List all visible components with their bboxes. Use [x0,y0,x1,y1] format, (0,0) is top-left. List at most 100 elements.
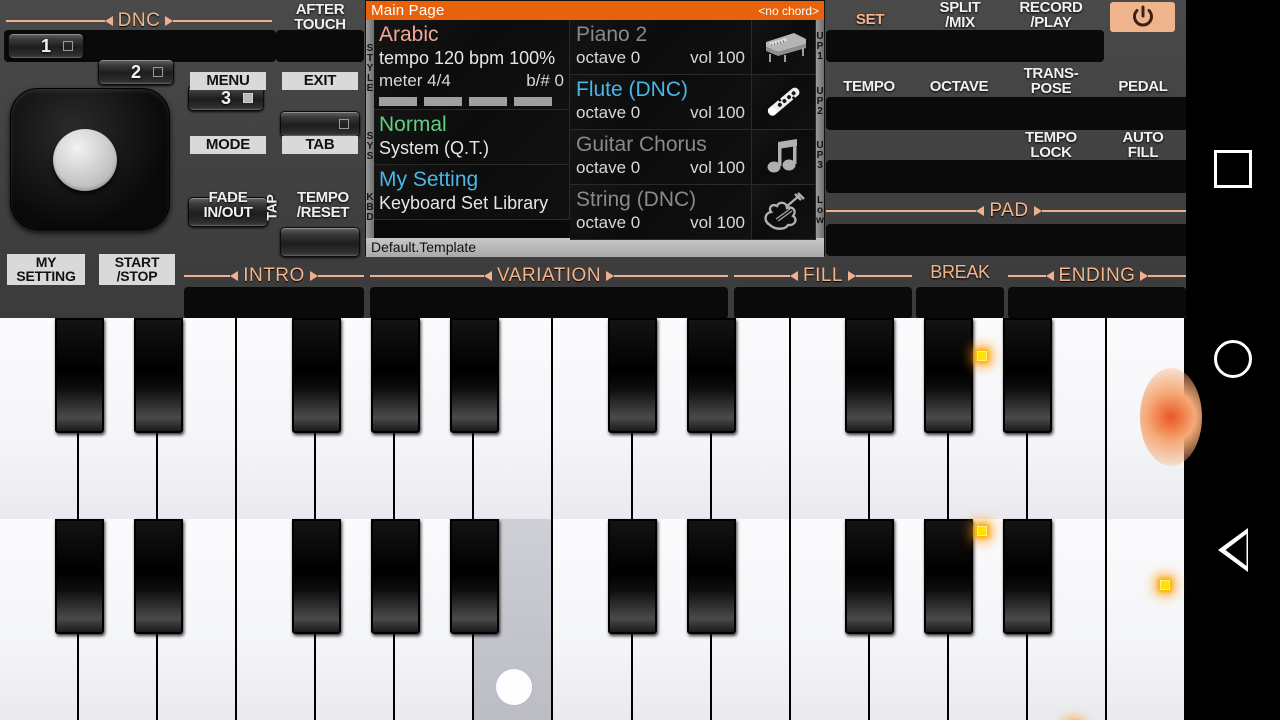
black-key[interactable] [54,519,104,634]
dnc-button-2-led [153,67,163,77]
lcd-right-rail: UP1 UP2 UP3 Low [816,20,824,238]
right-row3-frame [826,160,1194,193]
black-key[interactable] [370,318,420,433]
black-key[interactable] [449,318,499,433]
black-key[interactable] [687,318,737,433]
octave-label: OCTAVE [929,78,989,95]
part-up1-icon-cell[interactable] [752,20,816,75]
black-key[interactable] [449,519,499,634]
style-tempo: tempo 120 bpm 100% [379,48,556,68]
part-up3-icon-cell[interactable] [752,130,816,185]
black-key[interactable] [608,519,658,634]
rail-low[interactable]: Low [816,184,824,239]
black-key[interactable] [133,519,183,634]
black-key[interactable] [924,519,974,634]
fill-rule-right [856,275,912,277]
lcd-columns: Arabic tempo 120 bpm 100% meter 4/4 b/# … [374,20,816,240]
joystick-base[interactable] [10,88,170,230]
intro-arrow-right-icon [309,271,318,281]
tempo-reset-label: TEMPO /RESET [296,189,350,221]
black-key[interactable] [370,519,420,634]
part-row-up1[interactable]: Piano 2 octave 0 vol 100 [570,20,752,75]
ending-section-header: ENDING [1008,265,1186,287]
part-row-low[interactable]: String (DNC) octave 0 vol 100 [570,185,752,240]
tempo-lock-label: TEMPO LOCK [1025,129,1077,161]
black-key[interactable] [1003,318,1053,433]
lcd-kbd-cell[interactable]: My Setting Keyboard Set Library [374,165,570,220]
right-row2-frame [826,97,1194,130]
touch-indicator-dot [494,668,533,706]
home-circle-icon[interactable] [1214,340,1252,378]
dnc-label: DNC [117,10,161,31]
black-key[interactable] [845,519,895,634]
black-key[interactable] [687,519,737,634]
beat-segment [514,97,552,106]
upper-keyboard[interactable] [0,318,1202,519]
lcd-display[interactable]: Main Page <no chord> STYLE SYS KBD Arabi… [365,0,825,257]
lower-keyboard[interactable] [0,519,1186,720]
variation-section-header: VARIATION [370,265,728,287]
part-up2-icon-cell[interactable] [752,75,816,130]
lcd-page-title: Main Page [371,2,445,19]
black-key[interactable] [54,318,104,433]
rail-kbd[interactable]: KBD [366,180,373,236]
violin-icon [763,192,805,230]
mode-label: MODE [190,136,266,154]
part-up2-volume: vol 100 [690,103,745,122]
black-key[interactable] [845,318,895,433]
variation-label: VARIATION [496,265,602,286]
aftertouch-label: AFTER TOUCH [294,1,346,33]
rail-style[interactable]: STYLE [367,22,374,115]
white-key[interactable] [1106,318,1186,519]
tap-vertical-label: TAP [263,194,280,221]
dnc-button-3-label: 3 [220,88,231,108]
part-up2-values: octave 0 vol 100 [576,102,745,124]
fill-frame [734,287,912,319]
black-key[interactable] [133,318,183,433]
power-icon-plate[interactable] [1110,2,1175,32]
part-low-icon-cell[interactable] [752,185,816,240]
beat-segment [424,97,462,106]
aftertouch-button[interactable] [280,111,360,137]
black-key[interactable] [291,519,341,634]
dnc-arrow-right-icon [165,16,174,26]
aftertouch-led [339,119,349,129]
black-key[interactable] [291,318,341,433]
dnc-button-2[interactable]: 2 [98,59,174,85]
ending-arrow-left-icon [1045,271,1054,281]
rail-sys[interactable]: SYS [367,119,374,175]
joystick-knob[interactable] [53,129,117,191]
ending-label: ENDING [1058,265,1136,286]
part-row-up3[interactable]: Guitar Chorus octave 0 vol 100 [570,130,752,185]
black-key[interactable] [1003,519,1053,634]
part-up3-values: octave 0 vol 100 [576,157,745,179]
dnc-button-1[interactable]: 1 [8,33,84,59]
intro-rule-left [184,275,231,277]
lcd-style-cell[interactable]: Arabic tempo 120 bpm 100% meter 4/4 b/# … [374,20,570,110]
lcd-chord-indicator: <no chord> [758,3,819,18]
power-icon [1132,5,1153,27]
rail-up1[interactable]: UP1 [816,20,823,75]
part-row-up2[interactable]: Flute (DNC) octave 0 vol 100 [570,75,752,130]
variation-rule-right [614,275,728,277]
pedal-label: PEDAL [1118,78,1168,95]
white-key[interactable] [1106,519,1186,720]
beat-segment [379,97,417,106]
lcd-sys-cell[interactable]: Normal System (Q.T.) [374,110,570,165]
kbd-name: My Setting [379,168,479,191]
dnc-button-2-label: 2 [130,62,141,82]
rail-up2[interactable]: UP2 [816,75,823,130]
black-key[interactable] [608,318,658,433]
grand-piano-icon [765,33,806,62]
ending-rule-right [1148,275,1186,277]
part-up1-volume: vol 100 [690,48,745,67]
fill-rule-left [734,275,790,277]
part-up2-name: Flute (DNC) [576,78,689,101]
rail-up3[interactable]: UP3 [816,129,823,184]
pedal-led [1160,579,1170,590]
recents-square-icon[interactable] [1214,150,1252,188]
exit-button[interactable] [280,227,360,257]
start-stop-label: START /STOP [99,254,175,285]
pad-rule-right [1041,210,1193,212]
black-key[interactable] [924,318,974,433]
